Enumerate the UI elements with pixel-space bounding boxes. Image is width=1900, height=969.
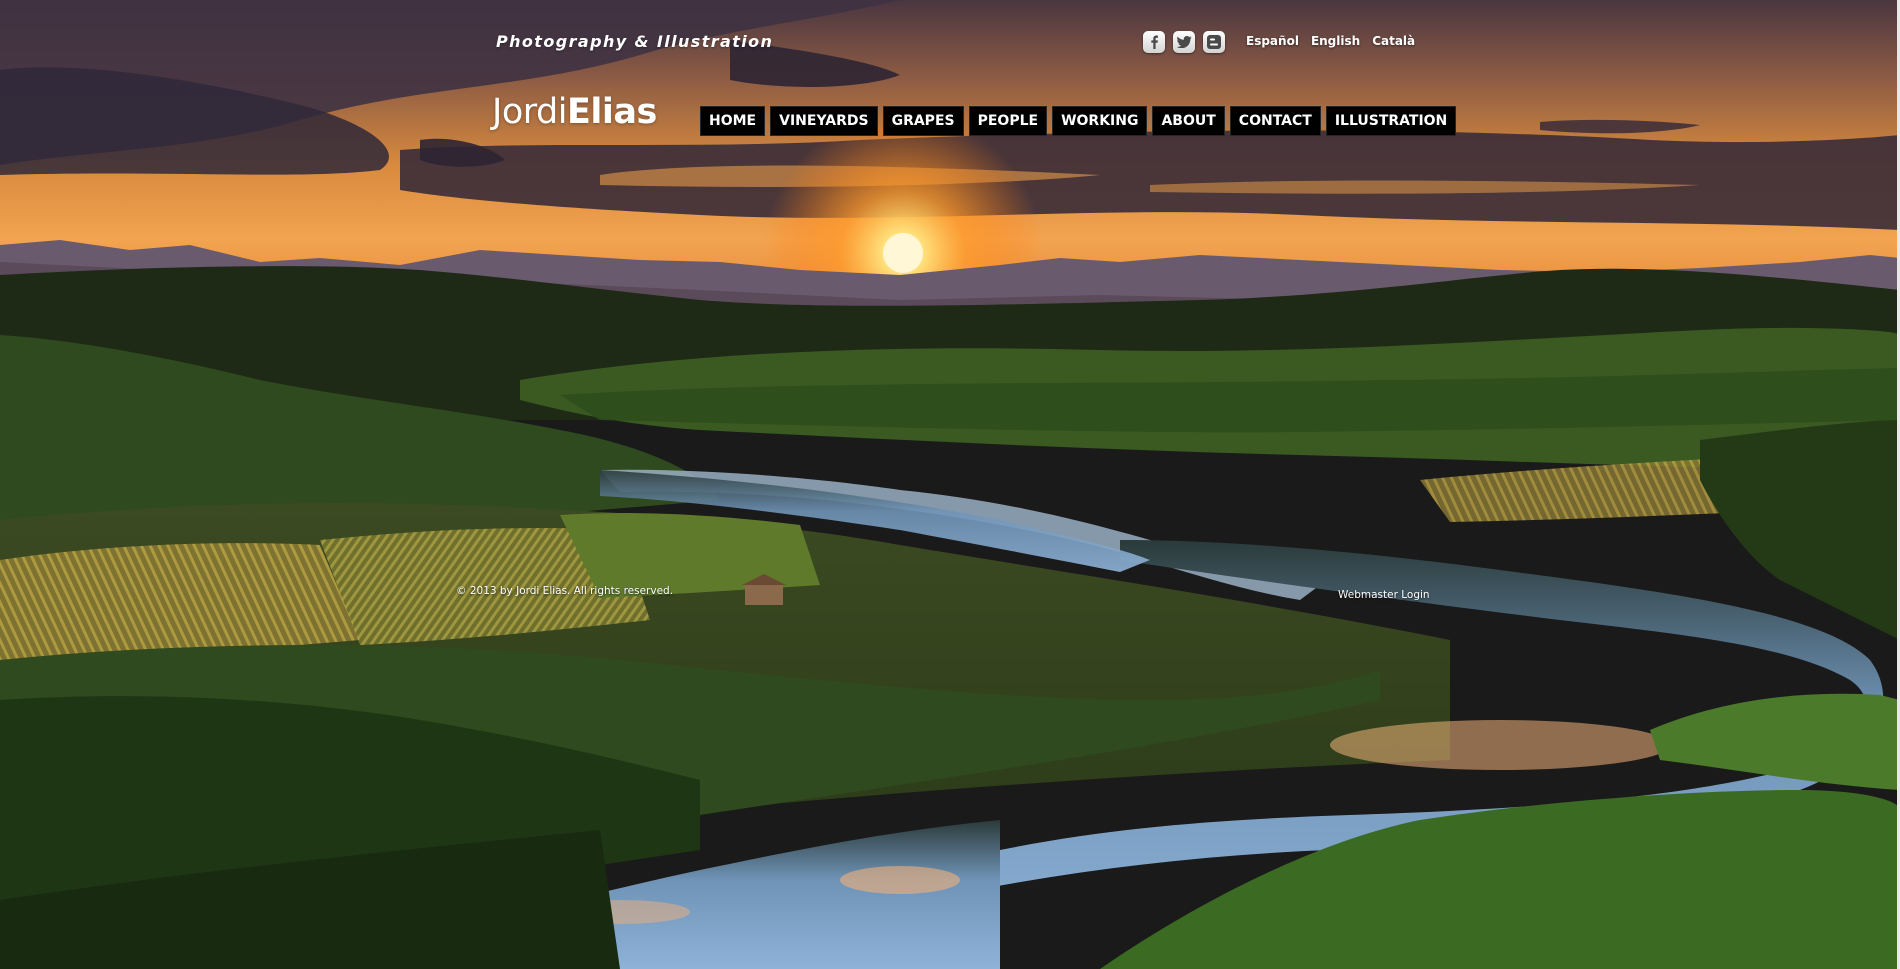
nav-grapes[interactable]: GRAPES [882,106,964,136]
copyright-text: © 2013 by Jordi Elias. All rights reserv… [456,585,674,597]
nav-working[interactable]: WORKING [1052,106,1148,136]
lang-english[interactable]: English [1311,34,1360,48]
webmaster-login-link[interactable]: Webmaster Login [1338,589,1430,601]
nav-people[interactable]: PEOPLE [968,106,1048,136]
logo-last-name: Elias [566,92,657,132]
main-nav: HOME VINEYARDS GRAPES PEOPLE WORKING ABO… [700,106,1457,136]
nav-vineyards[interactable]: VINEYARDS [770,106,878,136]
blogger-icon[interactable] [1203,31,1225,53]
twitter-icon[interactable] [1173,31,1195,53]
nav-contact[interactable]: CONTACT [1229,106,1321,136]
nav-illustration[interactable]: ILLUSTRATION [1325,106,1457,136]
lang-espanol[interactable]: Español [1246,34,1299,48]
lang-catala[interactable]: Català [1372,34,1415,48]
nav-about[interactable]: ABOUT [1152,106,1225,136]
logo-first-name: Jordi [492,92,567,132]
site-tagline: Photography & Illustration [496,32,774,51]
site-logo[interactable]: JordiElias [492,92,657,132]
social-links [1143,31,1225,53]
language-switcher: Español English Català [1246,34,1415,48]
background-landscape-photo [0,0,1900,969]
facebook-icon[interactable] [1143,31,1165,53]
nav-home[interactable]: HOME [700,106,766,136]
